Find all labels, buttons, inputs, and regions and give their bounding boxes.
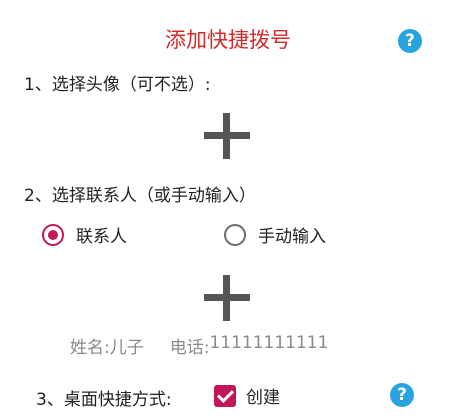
add-contact-plus-icon[interactable] <box>204 275 250 321</box>
step2-label: 2、选择联系人（或手动输入） <box>24 186 256 206</box>
page-title: 添加快捷拨号 <box>165 28 291 52</box>
contact-info: 姓名: 儿子 电话: 11111111111 <box>70 333 328 358</box>
name-label: 姓名: <box>70 338 110 358</box>
shortcut-help-icon[interactable]: ? <box>390 383 414 407</box>
phone-label: 电话: <box>169 338 210 358</box>
step1-label: 1、选择头像（可不选）: <box>24 75 211 95</box>
radio-contact[interactable]: 联系人 <box>42 222 127 247</box>
phone-value: 11111111111 <box>209 333 329 353</box>
help-icon[interactable]: ? <box>398 29 422 53</box>
checkbox-checked-icon[interactable] <box>214 384 236 407</box>
radio-contact-indicator[interactable] <box>42 223 64 246</box>
radio-manual-label: 手动输入 <box>258 227 326 247</box>
step3-label: 3、桌面快捷方式: <box>36 390 172 410</box>
add-avatar-plus-icon[interactable] <box>204 113 250 159</box>
radio-manual-input[interactable]: 手动输入 <box>224 222 326 247</box>
radio-contact-label: 联系人 <box>76 227 127 247</box>
quick-dial-screen: 添加快捷拨号 ? 1、选择头像（可不选）: 2、选择联系人（或手动输入） 联系人… <box>0 0 456 420</box>
create-shortcut-checkbox[interactable]: 创建 <box>214 383 280 408</box>
radio-manual-indicator[interactable] <box>224 223 246 246</box>
name-value: 儿子 <box>109 338 144 358</box>
create-shortcut-label: 创建 <box>246 388 280 408</box>
